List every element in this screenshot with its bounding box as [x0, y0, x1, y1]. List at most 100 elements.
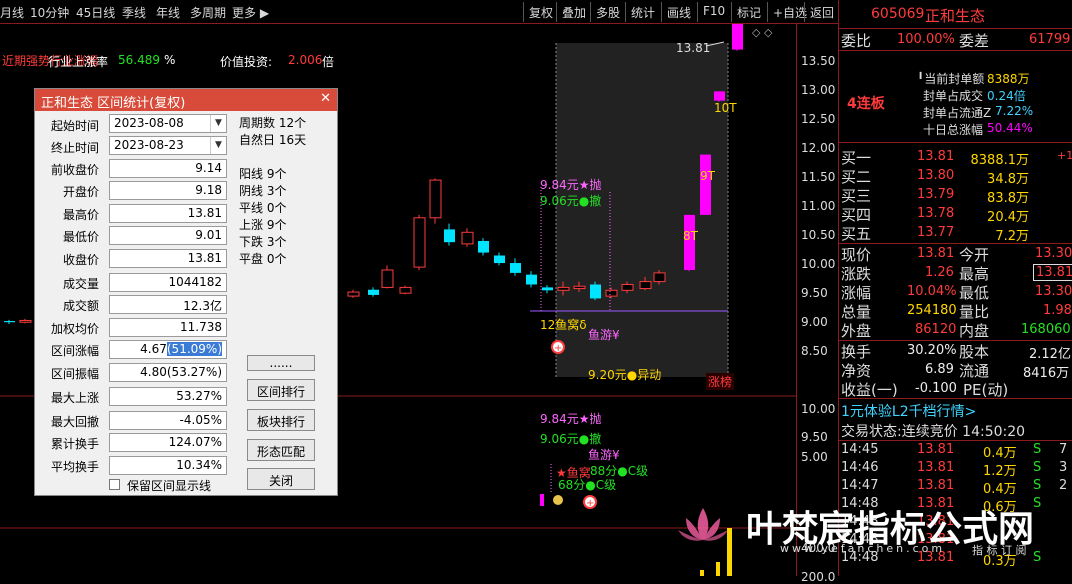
candle-body[interactable] — [700, 154, 711, 215]
candle-body[interactable] — [732, 20, 743, 50]
lower-tick: 200.0 — [801, 570, 836, 584]
close-icon[interactable]: ✕ — [320, 91, 331, 106]
candle-body[interactable] — [429, 179, 442, 219]
period-more[interactable]: 更多 ▶ — [232, 4, 269, 21]
low-field[interactable]: 9.01 — [109, 226, 227, 245]
close-price-field[interactable]: 13.81 — [109, 249, 227, 268]
sell-signal-label: 9.84元★抛 — [540, 178, 602, 192]
chevron-down-icon[interactable]: ▼ — [210, 115, 226, 132]
candle-body[interactable] — [639, 281, 652, 290]
vwap-label: 加权均价 — [50, 322, 99, 336]
period-10min[interactable]: 10分钟 — [30, 4, 69, 21]
candle-body[interactable] — [714, 91, 725, 101]
candle-body[interactable] — [573, 285, 586, 290]
back-button[interactable]: 返回 — [804, 2, 839, 22]
candle-body[interactable] — [510, 263, 521, 273]
adjust-button[interactable]: 复权 — [523, 2, 558, 22]
pattern-match-button[interactable]: 形态匹配 — [247, 439, 315, 461]
multi-stock-button[interactable]: 多股 — [590, 2, 625, 22]
keep-range-label: 保留区间显示线 — [127, 479, 212, 493]
period-quarterly[interactable]: 季线 — [122, 4, 146, 21]
coin-icon — [553, 495, 563, 505]
candle-body[interactable] — [605, 289, 618, 297]
candle-body[interactable] — [494, 255, 505, 264]
candle-body[interactable] — [368, 289, 379, 295]
range-change-label: 区间涨幅 — [50, 344, 99, 358]
range-rank-button[interactable]: 区间排行 — [247, 379, 315, 401]
keep-range-checkbox[interactable] — [109, 479, 120, 490]
flat-line-count: 平线 0个 — [239, 201, 287, 215]
period-multi[interactable]: 多周期 — [190, 4, 226, 21]
industry-rise-value: 56.489 — [118, 53, 160, 67]
close-button[interactable]: 关闭 — [247, 468, 315, 490]
watermark: 叶梵宸指标公式网 www.yefanchen.com 指 标 订 阅 — [672, 500, 1072, 560]
more-button[interactable]: ...... — [247, 355, 315, 371]
stat2-label: PE(动) — [963, 381, 1009, 399]
candle-body[interactable] — [381, 269, 394, 288]
candle-body[interactable] — [444, 229, 455, 243]
stat2-value: 6.89 — [925, 362, 954, 377]
range-change-field[interactable]: 4.67(51.09%) — [109, 340, 227, 359]
bid-price: 13.77 — [917, 225, 955, 240]
consecutive-limit-up: 4连板 — [847, 96, 885, 112]
avg-turnover-label: 平均换手 — [50, 460, 99, 474]
candle-body[interactable] — [4, 321, 15, 323]
quote-panel: 605069 正和生态 委比 100.00% 委差 61799 4连板 ╹当前封… — [838, 0, 1072, 576]
dialog-title: 正和生态 区间统计(复权) — [35, 89, 337, 111]
stat-label: 外盘 — [841, 322, 872, 340]
open-field[interactable]: 9.18 — [109, 181, 227, 200]
abnormal-label: 9.20元●异动 — [588, 368, 662, 382]
candle-body[interactable] — [526, 274, 537, 285]
period-monthly[interactable]: 月线 — [0, 4, 24, 21]
candle-body[interactable] — [542, 287, 553, 291]
candle-body[interactable] — [621, 284, 634, 291]
bid-volume: 83.8万 — [987, 191, 1029, 206]
zhangbang-tag[interactable]: 涨榜 — [706, 373, 735, 390]
candle-body[interactable] — [478, 241, 489, 253]
volume-field[interactable]: 1044182 — [109, 273, 227, 292]
amplitude-field[interactable]: 4.80(53.27%) — [109, 363, 227, 382]
diamond-icons[interactable]: ◇ ◇ — [752, 26, 772, 39]
chevron-down-icon[interactable]: ▼ — [210, 137, 226, 154]
prev-close-field[interactable]: 9.14 — [109, 159, 227, 178]
max-rise-field[interactable]: 53.27% — [109, 387, 227, 406]
f10-button[interactable]: F10 — [697, 2, 730, 22]
l2-promo-link[interactable]: 1元体验L2千档行情> — [841, 401, 976, 421]
weicha-value: 61799 — [1029, 32, 1071, 47]
candle-body[interactable] — [557, 286, 570, 291]
volume-label: 成交量 — [62, 277, 99, 291]
limit-up-9-label: 9T — [700, 169, 715, 183]
candle-body[interactable] — [653, 272, 666, 283]
tick-count: 3 — [1059, 460, 1068, 475]
stat2-value: 30.20% — [907, 343, 957, 358]
candle-body[interactable] — [461, 231, 474, 245]
seal-row-4: 十日总涨幅 — [923, 123, 984, 137]
high-field[interactable]: 13.81 — [109, 204, 227, 223]
candle-body[interactable] — [19, 319, 32, 323]
overlay-button[interactable]: 叠加 — [556, 2, 591, 22]
stat2-value: 2.12亿 — [1029, 347, 1071, 362]
volume-bar — [716, 562, 720, 576]
candle-body[interactable] — [590, 284, 601, 299]
avg-turnover-field[interactable]: 10.34% — [109, 456, 227, 475]
candle-body[interactable] — [347, 291, 360, 297]
start-time-select[interactable]: 2023-08-08 ▼ — [109, 114, 227, 133]
period-yearly[interactable]: 年线 — [156, 4, 180, 21]
mark-button[interactable]: 标记 — [731, 2, 766, 22]
end-time-select[interactable]: 2023-08-23 ▼ — [109, 136, 227, 155]
watermark-sub: 指 标 订 阅 — [972, 544, 1027, 557]
candle-body[interactable] — [399, 286, 412, 294]
vwap-field[interactable]: 11.738 — [109, 318, 227, 337]
limit-up-10-label: 10T — [714, 101, 737, 115]
period-45day[interactable]: 45日线 — [76, 4, 115, 21]
max-drawdown-field[interactable]: -4.05% — [109, 411, 227, 430]
volume-bar — [700, 570, 704, 576]
lower-bar — [540, 494, 544, 506]
candle-body[interactable] — [413, 217, 426, 268]
cum-turnover-field[interactable]: 124.07% — [109, 433, 227, 452]
amount-field[interactable]: 12.3亿 — [109, 295, 227, 314]
sector-rank-button[interactable]: 板块排行 — [247, 409, 315, 431]
cum-turnover-label: 累计换手 — [50, 437, 99, 451]
draw-line-button[interactable]: 画线 — [661, 2, 696, 22]
statistics-button[interactable]: 统计 — [625, 2, 660, 22]
